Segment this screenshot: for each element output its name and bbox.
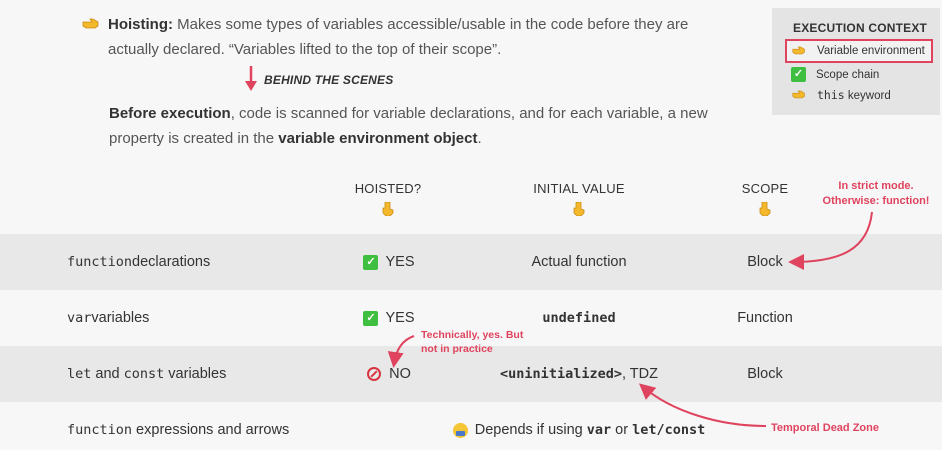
pointing-down-icon bbox=[571, 201, 587, 219]
thinking-face-icon bbox=[452, 422, 468, 438]
header-initial-value: INITIAL VALUE bbox=[533, 181, 625, 196]
pointing-down-icon bbox=[757, 201, 773, 219]
temporal-dead-zone-note: Temporal Dead Zone bbox=[771, 422, 879, 434]
row-scope: Block bbox=[747, 254, 783, 270]
execution-context-title: EXECUTION CONTEXT bbox=[793, 21, 928, 35]
technically-yes-note: Technically, yes. But not in practice bbox=[421, 329, 524, 355]
pointing-hand-icon bbox=[82, 12, 108, 37]
table-row: function declarations ✓ YES Actual functi… bbox=[0, 234, 942, 290]
pointing-hand-icon bbox=[791, 44, 807, 58]
behind-the-scenes-label: BEHIND THE SCENES bbox=[264, 73, 394, 87]
pointing-down-icon bbox=[380, 201, 396, 219]
down-arrow-icon bbox=[245, 66, 257, 91]
context-item-this-keyword: this keyword bbox=[791, 88, 891, 102]
before-execution-text: Before execution, code is scanned for va… bbox=[109, 105, 708, 147]
strict-mode-note: In strict mode. Otherwise: function! bbox=[822, 180, 930, 207]
hoisting-label: Hoisting: bbox=[108, 16, 173, 33]
hoisting-definition: Hoisting: Makes some types of variables … bbox=[82, 12, 722, 62]
context-item-variable-environment: Variable environment bbox=[785, 39, 933, 63]
header-scope: SCOPE bbox=[741, 181, 789, 196]
check-icon: ✓ bbox=[791, 67, 806, 82]
pointing-hand-icon bbox=[791, 88, 807, 102]
execution-context-box: EXECUTION CONTEXT Variable environment ✓… bbox=[772, 8, 940, 115]
header-hoisted: HOISTED? bbox=[354, 181, 422, 196]
context-item-scope-chain: ✓ Scope chain bbox=[791, 67, 879, 82]
